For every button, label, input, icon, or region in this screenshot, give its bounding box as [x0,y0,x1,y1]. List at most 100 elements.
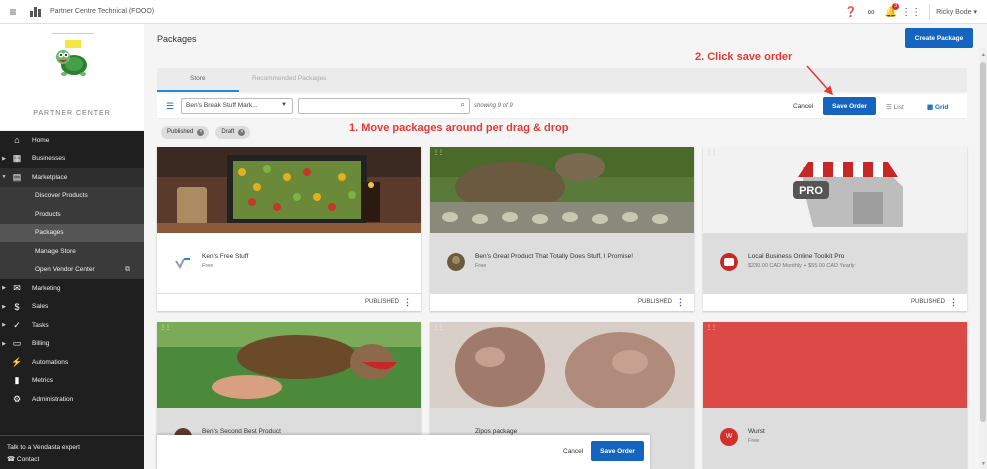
search-icon: ⌕ [460,100,465,109]
filter-icon[interactable]: ☰ [166,101,174,112]
sidebar-item-manage-store[interactable]: Manage Store [0,242,144,261]
package-card[interactable]: ⋮⋮ Ben's Great Product That Totally Does… [430,147,694,311]
org-name[interactable]: Partner Centre Technical (FOOO) [50,8,154,15]
annotation-drag-drop: 1. Move packages around per drag & drop [349,122,569,134]
card-title: Wurst [748,428,765,435]
sidebar-item-home[interactable]: ⌂ Home [0,131,144,150]
card-footer: PUBLISHED ⋮ [703,293,967,311]
sidebar-item-label: Manage Store [35,247,76,255]
status-label: PUBLISHED [637,299,672,305]
chip-published[interactable]: Published × [161,126,210,139]
contact-icon: ☎ [7,456,17,463]
mail-icon: ✉ [13,282,21,293]
gear-icon: ⚙ [12,393,22,404]
bottom-action-bar: Cancel Save Order [157,435,650,469]
sidebar: PARTNER CENTER ⌂ Home ▶ ▦ Businesses ▼ ▤ Mark… [0,24,144,469]
bell-icon[interactable]: 🔔 3 [881,2,901,18]
contact-link[interactable]: ☎ Contact [7,454,137,466]
main-content: Packages Create Package Store Recommende… [144,24,987,469]
divider [52,33,94,34]
card-image [430,322,694,408]
sidebar-item-marketplace[interactable]: ▼ ▤ Marketplace [0,168,144,187]
close-icon[interactable]: × [197,129,205,136]
bottom-save-order-button[interactable]: Save Order [591,441,644,461]
cancel-button[interactable]: Cancel [793,103,813,110]
tab-store[interactable]: Store [190,75,206,82]
card-image: PRO [703,147,967,233]
sidebar-item-administration[interactable]: ⚙ Administration [0,390,144,409]
sidebar-item-label: Products [35,210,61,218]
sidebar-item-tasks[interactable]: ▶ ✓ Tasks [0,316,144,335]
top-bar: ≡ Partner Centre Technical (FOOO) ❓ ∞ 🔔 3… [0,0,987,24]
grid-view-toggle[interactable]: ▦ Grid [927,103,948,111]
toolkit-logo-icon [720,253,738,271]
status-label: PUBLISHED [364,299,399,305]
sidebar-item-discover-products[interactable]: Discover Products [0,186,144,205]
more-vert-icon[interactable]: ⋮ [403,297,412,308]
package-card[interactable]: Ken's Free Stuff Free PUBLISHED ⋮ [157,147,421,311]
scroll-up-icon[interactable]: ▲ [981,52,986,58]
sidebar-item-packages[interactable]: Packages [0,223,144,242]
sidebar-item-billing[interactable]: ▶ ▭ Billing [0,335,144,354]
card-title: Ben's Second Best Product [202,428,281,435]
scroll-down-icon[interactable]: ▼ [981,461,986,467]
sidebar-item-products[interactable]: Products [0,205,144,224]
sidebar-item-marketing[interactable]: ▶ ✉ Marketing [0,279,144,298]
sidebar-item-automations[interactable]: ⚡ Automations [0,353,144,372]
divider [929,4,931,20]
sidebar-item-label: Businesses [32,155,66,163]
logo-area: PARTNER CENTER [0,24,144,131]
chip-draft[interactable]: Draft × [215,126,251,139]
apps-grid-icon[interactable]: ⋮⋮ [901,7,921,18]
talk-to-expert[interactable]: Talk to a Vendasta expert [7,442,137,454]
metrics-icon: ▮ [14,375,20,386]
more-vert-icon[interactable]: ⋮ [949,297,958,308]
package-card[interactable]: PRO ⋮⋮ Local Business Online Toolkit Pro… [703,147,967,311]
card-footer: PUBLISHED ⋮ [430,293,694,311]
card-body: Ben's Great Product That Totally Does St… [430,233,694,298]
create-package-button[interactable]: Create Package [905,28,973,48]
user-menu[interactable]: Ricky Bode ▾ [936,8,987,16]
sidebar-item-sales[interactable]: ▶ $ Sales [0,298,144,317]
sidebar-item-label: Administration [32,395,74,403]
card-title: Ben's Great Product That Totally Does St… [475,253,634,260]
bottom-cancel-button[interactable]: Cancel [563,448,583,455]
save-order-button[interactable]: Save Order [823,97,876,115]
tab-recommended-packages[interactable]: Recommended Packages [252,75,326,82]
caret-down-icon: ▼ [281,102,287,108]
sidebar-item-label: Sales [32,303,49,311]
drag-handle-icon[interactable]: ⋮⋮ [433,324,444,331]
more-vert-icon[interactable]: ⋮ [676,297,685,308]
sidebar-item-open-vendor-center[interactable]: Open Vendor Center ⧉ [0,260,144,279]
home-icon: ⌂ [14,135,20,146]
help-icon[interactable]: ❓ [841,7,861,18]
package-card[interactable]: ⋮⋮ W Wurst Free [703,322,967,469]
card-price: Free [748,438,760,444]
menu-icon[interactable]: ≡ [0,5,26,19]
svg-text:PRO: PRO [799,185,823,197]
drag-handle-icon[interactable]: ⋮⋮ [160,324,171,331]
scrollbar-thumb[interactable] [980,62,986,422]
automations-icon: ⚡ [11,356,23,367]
tab-indicator [157,90,239,92]
sidebar-item-label: Packages [35,229,64,237]
search-input[interactable]: ⌕ [298,98,470,114]
sidebar-item-label: Automations [32,358,69,366]
external-link-icon: ⧉ [125,265,130,273]
sidebar-item-businesses[interactable]: ▶ ▦ Businesses [0,150,144,169]
turtle-logo [56,40,87,76]
vendasta-logo-icon [175,258,190,269]
infinity-icon[interactable]: ∞ [861,7,881,18]
sidebar-item-metrics[interactable]: ▮ Metrics [0,372,144,391]
drag-handle-icon[interactable]: ⋮⋮ [706,324,717,331]
list-icon: ☰ [886,104,894,111]
card-image [430,147,694,233]
sidebar-item-label: Discover Products [35,192,88,200]
sidebar-item-label: Marketplace [32,173,68,181]
close-icon[interactable]: × [238,129,246,136]
list-view-toggle[interactable]: ☰ List [886,103,904,111]
card-title: Zipos package [475,428,518,435]
drag-handle-icon[interactable]: ⋮⋮ [706,149,717,156]
drag-handle-icon[interactable]: ⋮⋮ [433,149,444,156]
store-select[interactable]: Ben's Break Stuff Mark... ▼ [181,98,293,114]
